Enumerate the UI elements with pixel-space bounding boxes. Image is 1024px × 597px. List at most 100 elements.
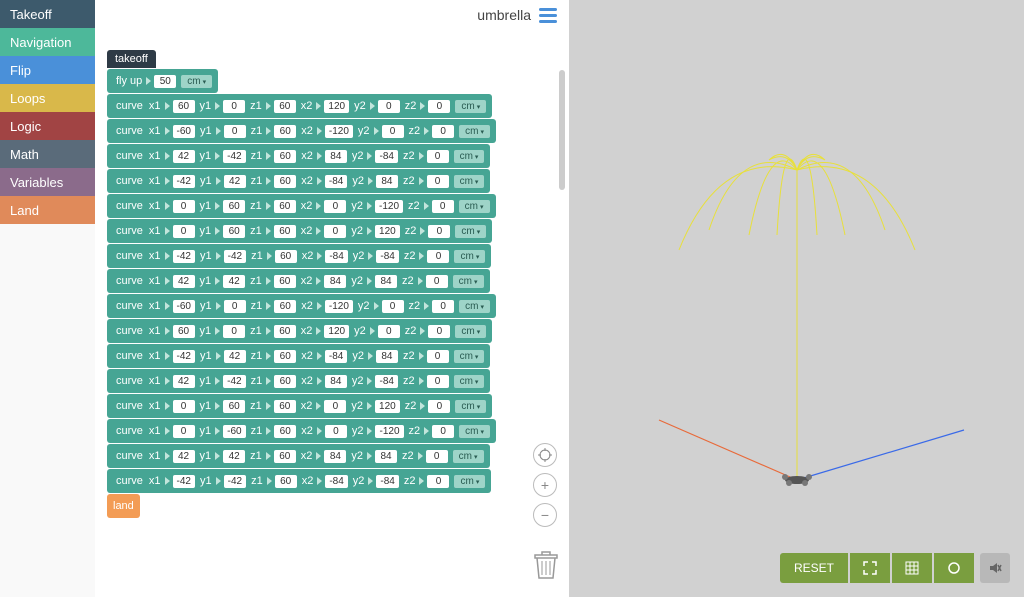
curve-x2-value[interactable]: -84 — [325, 350, 347, 363]
curve-z1-value[interactable]: 60 — [274, 325, 296, 338]
curve-y1-value[interactable]: -42 — [224, 475, 246, 488]
hamburger-menu-icon[interactable] — [539, 8, 557, 23]
curve-x2-value[interactable]: -120 — [325, 300, 353, 313]
unit-dropdown[interactable]: cm — [454, 350, 485, 363]
curve-z1-value[interactable]: 60 — [274, 200, 296, 213]
curve-y2-value[interactable]: 120 — [375, 400, 400, 413]
category-takeoff[interactable]: Takeoff — [0, 0, 95, 28]
unit-dropdown[interactable]: cm — [459, 200, 490, 213]
curve-x2-value[interactable]: 84 — [325, 150, 347, 163]
circle-view-button[interactable] — [934, 553, 974, 583]
curve-z1-value[interactable]: 60 — [274, 400, 296, 413]
trash-icon[interactable] — [533, 550, 559, 583]
category-land[interactable]: Land — [0, 196, 95, 224]
unit-dropdown[interactable]: cm — [459, 125, 490, 138]
curve-z2-value[interactable]: 0 — [427, 250, 449, 263]
curve-block[interactable]: curvex142y1-42z160x284y2-84z20cm — [107, 144, 490, 168]
unit-dropdown[interactable]: cm — [454, 375, 485, 388]
curve-x1-value[interactable]: -42 — [173, 175, 195, 188]
curve-x1-value[interactable]: 42 — [173, 150, 195, 163]
curve-block[interactable]: curvex1-60y10z160x2-120y20z20cm — [107, 119, 496, 143]
curve-z1-value[interactable]: 60 — [274, 100, 296, 113]
center-target-button[interactable] — [533, 443, 557, 467]
curve-x1-value[interactable]: 0 — [173, 200, 195, 213]
curve-block[interactable]: curvex10y1-60z160x20y2-120z20cm — [107, 419, 496, 443]
curve-y1-value[interactable]: 60 — [223, 400, 245, 413]
curve-y2-value[interactable]: 84 — [375, 450, 397, 463]
reset-button[interactable]: RESET — [780, 553, 848, 583]
unit-dropdown[interactable]: cm — [455, 225, 486, 238]
curve-y2-value[interactable]: 84 — [376, 175, 398, 188]
curve-x2-value[interactable]: 120 — [324, 100, 349, 113]
curve-x2-value[interactable]: 84 — [325, 375, 347, 388]
workspace-scrollbar[interactable] — [559, 40, 567, 587]
flyup-value[interactable]: 50 — [154, 75, 176, 88]
curve-z1-value[interactable]: 60 — [274, 175, 296, 188]
unit-dropdown[interactable]: cm — [181, 75, 212, 88]
curve-z2-value[interactable]: 0 — [427, 350, 449, 363]
unit-dropdown[interactable]: cm — [454, 250, 485, 263]
block-stack[interactable]: takeoff fly up 50 cm curvex160y10z160x21… — [107, 50, 496, 519]
category-math[interactable]: Math — [0, 140, 95, 168]
curve-block[interactable]: curvex1-42y142z160x2-84y284z20cm — [107, 344, 490, 368]
curve-x1-value[interactable]: -42 — [173, 350, 195, 363]
curve-block[interactable]: curvex1-42y1-42z160x2-84y2-84z20cm — [107, 244, 491, 268]
curve-y2-value[interactable]: 120 — [375, 225, 400, 238]
curve-x2-value[interactable]: 0 — [324, 225, 346, 238]
curve-x1-value[interactable]: -60 — [173, 300, 195, 313]
curve-y2-value[interactable]: 0 — [382, 300, 404, 313]
curve-z2-value[interactable]: 0 — [432, 300, 454, 313]
takeoff-block[interactable]: takeoff — [107, 50, 156, 68]
unit-dropdown[interactable]: cm — [454, 175, 485, 188]
category-flip[interactable]: Flip — [0, 56, 95, 84]
curve-y1-value[interactable]: 42 — [224, 175, 246, 188]
curve-y1-value[interactable]: 0 — [224, 125, 246, 138]
category-navigation[interactable]: Navigation — [0, 28, 95, 56]
curve-block[interactable]: curvex10y160z160x20y2120z20cm — [107, 219, 492, 243]
curve-block[interactable]: curvex160y10z160x2120y20z20cm — [107, 94, 492, 118]
category-variables[interactable]: Variables — [0, 168, 95, 196]
curve-x2-value[interactable]: -84 — [325, 250, 347, 263]
curve-y2-value[interactable]: 0 — [378, 100, 400, 113]
curve-z2-value[interactable]: 0 — [427, 475, 449, 488]
curve-x1-value[interactable]: 0 — [173, 400, 195, 413]
category-loops[interactable]: Loops — [0, 84, 95, 112]
curve-z2-value[interactable]: 0 — [427, 375, 449, 388]
curve-y1-value[interactable]: -60 — [223, 425, 245, 438]
zoom-in-button[interactable]: + — [533, 473, 557, 497]
unit-dropdown[interactable]: cm — [455, 100, 486, 113]
unit-dropdown[interactable]: cm — [454, 475, 485, 488]
curve-y2-value[interactable]: -84 — [376, 475, 398, 488]
curve-x2-value[interactable]: 0 — [324, 400, 346, 413]
curve-block[interactable]: curvex1-42y142z160x2-84y284z20cm — [107, 169, 490, 193]
curve-x1-value[interactable]: 60 — [173, 325, 195, 338]
curve-x2-value[interactable]: -120 — [325, 125, 353, 138]
curve-x1-value[interactable]: -60 — [173, 125, 195, 138]
unit-dropdown[interactable]: cm — [459, 300, 490, 313]
curve-x1-value[interactable]: 60 — [173, 100, 195, 113]
mute-button[interactable] — [980, 553, 1010, 583]
curve-block[interactable]: curvex10y160z160x20y2-120z20cm — [107, 194, 496, 218]
unit-dropdown[interactable]: cm — [455, 400, 486, 413]
curve-z1-value[interactable]: 60 — [274, 375, 296, 388]
curve-z1-value[interactable]: 60 — [274, 150, 296, 163]
flyup-block[interactable]: fly up 50 cm — [107, 69, 218, 93]
curve-block[interactable]: curvex1-60y10z160x2-120y20z20cm — [107, 294, 496, 318]
curve-y2-value[interactable]: 0 — [378, 325, 400, 338]
curve-y2-value[interactable]: 84 — [375, 275, 397, 288]
curve-y2-value[interactable]: -120 — [375, 200, 403, 213]
curve-z2-value[interactable]: 0 — [432, 425, 454, 438]
curve-z2-value[interactable]: 0 — [428, 225, 450, 238]
unit-dropdown[interactable]: cm — [453, 275, 484, 288]
curve-block[interactable]: curvex1-42y1-42z160x2-84y2-84z20cm — [107, 469, 491, 493]
curve-y2-value[interactable]: 84 — [376, 350, 398, 363]
curve-x1-value[interactable]: 42 — [173, 375, 195, 388]
curve-y2-value[interactable]: -84 — [375, 150, 397, 163]
curve-x1-value[interactable]: 42 — [173, 275, 195, 288]
unit-dropdown[interactable]: cm — [453, 450, 484, 463]
curve-y2-value[interactable]: 0 — [382, 125, 404, 138]
curve-x1-value[interactable]: -42 — [173, 250, 195, 263]
curve-block[interactable]: curvex142y142z160x284y284z20cm — [107, 269, 490, 293]
curve-y1-value[interactable]: -42 — [223, 375, 245, 388]
curve-z2-value[interactable]: 0 — [428, 100, 450, 113]
